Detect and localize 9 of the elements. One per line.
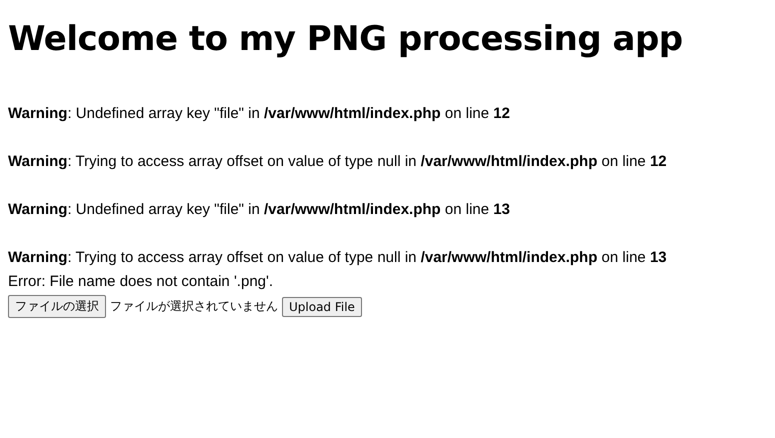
warning-message: Warning: Trying to access array offset on value of type null in /var/www/html/index.php on line 12 bbox=[8, 152, 668, 172]
file-status-text: ファイルが選択されていません bbox=[110, 298, 278, 315]
upload-button[interactable]: Upload File bbox=[282, 296, 362, 316]
error-message: Error: File name does not contain '.png'. bbox=[8, 272, 274, 292]
warning-message: Warning: Trying to access array offset on value of type null in /var/www/html/index.php on line 13 bbox=[8, 248, 668, 268]
page-heading: Welcome to my PNG processing app bbox=[8, 18, 684, 60]
warning-message: Warning: Undefined array key "file" in /var/www/html/index.php on line 13 bbox=[8, 200, 511, 220]
warning-message: Warning: Undefined array key "file" in /var/www/html/index.php on line 12 bbox=[8, 104, 511, 124]
choose-file-button[interactable]: ファイルの選択 bbox=[8, 295, 106, 318]
